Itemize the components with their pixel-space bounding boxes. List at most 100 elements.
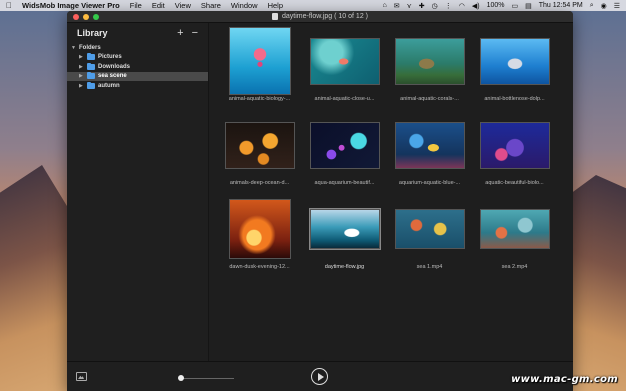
volume-icon[interactable]: ◀)	[472, 2, 480, 10]
thumbnail-caption: sea 2.mp4	[501, 264, 528, 270]
menu-view[interactable]: View	[175, 1, 191, 10]
battery-label[interactable]: 100%	[487, 2, 505, 9]
flag-icon[interactable]: ▤	[525, 2, 532, 10]
sidebar-item-label: Pictures	[98, 54, 122, 61]
image-view-icon[interactable]	[76, 372, 87, 381]
thumbnail-item[interactable]: animals-deep-ocean-d...	[217, 115, 302, 186]
thumbnail-caption: aqua-aquarium-beautif...	[314, 180, 375, 186]
thumbnail-item[interactable]: aquarium-aquatic-blue-...	[387, 115, 472, 186]
thumbnail-grid: animal-aquatic-biology-... animal-aquati…	[217, 27, 567, 270]
thumbnail-item[interactable]: dawn-dusk-evening-12...	[217, 199, 302, 270]
menu-edit[interactable]: Edit	[152, 1, 165, 10]
thumbnail-image[interactable]	[308, 208, 381, 250]
thumbnail-item[interactable]: animal-aquatic-biology-...	[217, 27, 302, 102]
status-icon[interactable]: ⋮	[445, 2, 452, 10]
status-icon[interactable]: ⋎	[407, 2, 412, 10]
menu-help[interactable]: Help	[268, 1, 283, 10]
close-window-button[interactable]	[73, 14, 79, 20]
status-icon[interactable]: ✚	[419, 2, 425, 10]
titlebar: daytime-flow.jpg ( 10 of 12 )	[67, 11, 573, 23]
thumbnail-item[interactable]: animal-aquatic-close-u...	[302, 31, 387, 102]
disclosure-closed-icon[interactable]: ▶	[79, 54, 87, 60]
thumbnail-caption: animals-deep-ocean-d...	[229, 180, 290, 186]
menu-list-icon[interactable]: ☰	[614, 2, 620, 10]
thumbnail-item[interactable]: animal-bottlenose-dolp...	[472, 31, 557, 102]
status-icon[interactable]: ✉	[394, 2, 400, 10]
desktop-wallpaper-left	[0, 165, 70, 391]
thumbnail-caption: daytime-flow.jpg	[324, 264, 365, 270]
sidebar-title: Library	[77, 28, 108, 38]
thumbnail-image[interactable]	[309, 121, 380, 169]
wifi-icon[interactable]: ◠	[459, 2, 465, 10]
thumbnail-item[interactable]: sea 2.mp4	[472, 199, 557, 270]
thumbnail-caption: dawn-dusk-evening-12...	[229, 264, 290, 270]
thumbnail-image[interactable]	[394, 209, 465, 249]
thumbnail-caption: animal-aquatic-biology-...	[228, 96, 291, 102]
app-window: daytime-flow.jpg ( 10 of 12 ) Library + …	[67, 11, 573, 391]
menu-window[interactable]: Window	[231, 1, 258, 10]
thumbnail-caption: animal-aquatic-corals-...	[400, 96, 459, 102]
disclosure-closed-icon[interactable]: ▶	[79, 73, 87, 79]
apple-icon[interactable]: 	[6, 1, 12, 10]
thumbnail-image[interactable]	[224, 121, 295, 169]
folder-icon	[87, 72, 95, 80]
add-folder-button[interactable]: +	[177, 27, 183, 39]
folder-icon	[87, 81, 95, 89]
thumbnail-item[interactable]: aqua-aquarium-beautif...	[302, 115, 387, 186]
disclosure-closed-icon[interactable]: ▶	[79, 64, 87, 70]
thumbnail-image[interactable]	[228, 199, 291, 259]
watermark: www.mac-gm.com	[511, 374, 618, 385]
menubar:  WidsMob Image Viewer Pro File Edit Vie…	[0, 0, 626, 11]
footer-toolbar	[67, 361, 573, 391]
disclosure-open-icon[interactable]: ▼	[71, 45, 79, 51]
thumbnail-image[interactable]	[479, 37, 550, 85]
desktop-wallpaper-right	[566, 175, 626, 391]
menu-share[interactable]: Share	[201, 1, 221, 10]
thumbnail-caption: animal-bottlenose-dolp...	[484, 96, 545, 102]
sidebar-item-label: Downloads	[98, 63, 131, 70]
thumbnail-image[interactable]	[394, 121, 465, 169]
sidebar-item-label: autumn	[98, 82, 120, 89]
thumbnail-image[interactable]	[309, 37, 380, 85]
play-slideshow-button[interactable]	[311, 368, 328, 385]
search-icon[interactable]: ⌕	[590, 2, 594, 10]
window-title: daytime-flow.jpg ( 10 of 12 )	[282, 13, 368, 20]
thumbnail-image[interactable]	[479, 209, 550, 249]
file-icon	[272, 13, 278, 20]
zoom-slider[interactable]	[179, 378, 234, 379]
minimize-window-button[interactable]	[83, 14, 89, 20]
thumbnail-image[interactable]	[228, 27, 291, 95]
sidebar-item-downloads[interactable]: ▶ Downloads	[67, 62, 208, 72]
zoom-slider-knob[interactable]	[178, 375, 184, 381]
sidebar: Library + − ▼ Folders ▶ Pictures ▶ Downl…	[67, 23, 209, 361]
sidebar-item-sea-scene[interactable]: ▶ sea scene	[67, 71, 208, 81]
sidebar-item-label: sea scene	[98, 73, 127, 80]
thumbnail-item-selected[interactable]: daytime-flow.jpg	[302, 199, 387, 270]
thumbnail-caption: aquarium-aquatic-blue-...	[398, 180, 461, 186]
thumbnail-caption: sea 1.mp4	[416, 264, 443, 270]
folder-icon	[87, 62, 95, 70]
thumbnail-item[interactable]: animal-aquatic-corals-...	[387, 31, 472, 102]
thumbnail-image[interactable]	[394, 37, 465, 85]
sidebar-item-pictures[interactable]: ▶ Pictures	[67, 53, 208, 63]
user-icon[interactable]: ◉	[601, 2, 607, 10]
folders-group[interactable]: ▼ Folders	[67, 43, 208, 53]
folders-label: Folders	[79, 44, 101, 51]
battery-icon[interactable]: ▭	[511, 2, 518, 10]
clock[interactable]: Thu 12:54 PM	[539, 2, 583, 9]
remove-folder-button[interactable]: −	[192, 27, 198, 39]
thumbnail-caption: animal-aquatic-close-u...	[314, 96, 375, 102]
thumbnail-item[interactable]: aquatic-beautiful-biolo...	[472, 115, 557, 186]
status-icon[interactable]: ◷	[432, 2, 438, 10]
zoom-window-button[interactable]	[93, 14, 99, 20]
folder-tree: ▼ Folders ▶ Pictures ▶ Downloads ▶ sea s…	[67, 43, 208, 91]
app-menu[interactable]: WidsMob Image Viewer Pro	[22, 1, 120, 10]
thumbnail-image[interactable]	[479, 121, 550, 169]
thumbnail-caption: aquatic-beautiful-biolo...	[485, 180, 544, 186]
status-icon[interactable]: ⌂	[383, 2, 387, 9]
menu-file[interactable]: File	[130, 1, 142, 10]
disclosure-closed-icon[interactable]: ▶	[79, 83, 87, 89]
sidebar-item-autumn[interactable]: ▶ autumn	[67, 81, 208, 91]
thumbnail-item[interactable]: sea 1.mp4	[387, 199, 472, 270]
folder-icon	[87, 53, 95, 61]
